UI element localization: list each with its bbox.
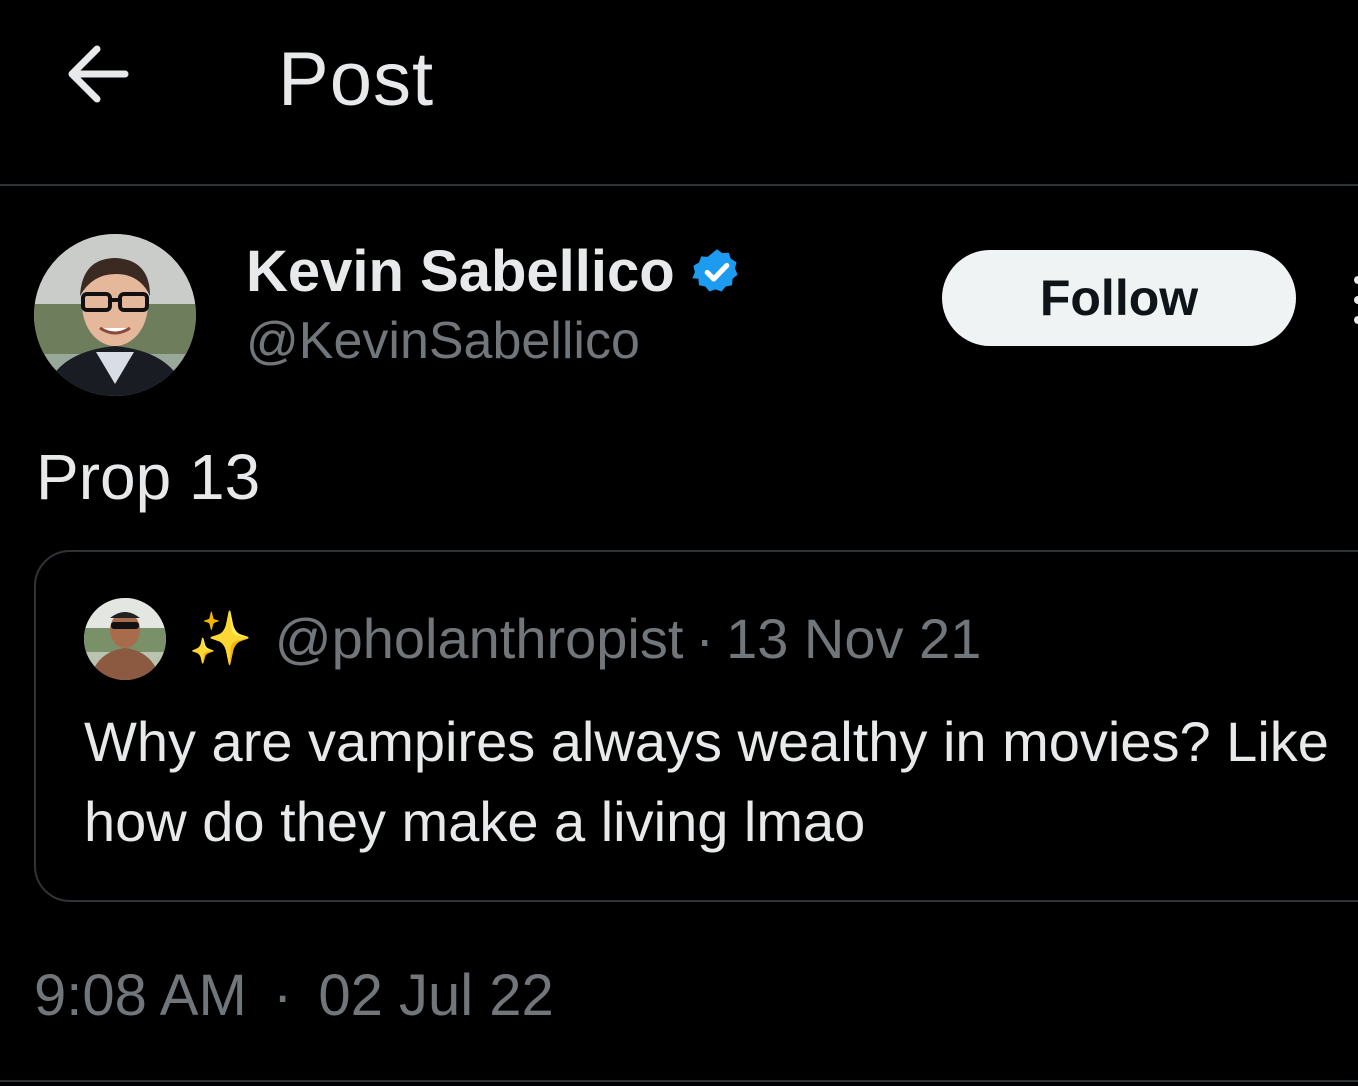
separator-dot: · — [272, 963, 293, 1028]
page-title: Post — [278, 37, 435, 122]
back-button[interactable] — [62, 38, 134, 110]
divider — [0, 1080, 1358, 1082]
follow-button[interactable]: Follow — [942, 250, 1296, 346]
more-options-icon[interactable] — [1350, 270, 1358, 330]
post-text: Prop 13 — [36, 441, 261, 513]
author-handle[interactable]: @KevinSabellico — [246, 311, 743, 371]
post-time: 9:08 AM — [34, 963, 247, 1028]
quoted-post-date[interactable]: 13 Nov 21 — [726, 606, 981, 671]
arrow-left-icon — [68, 45, 129, 103]
quoted-post-card[interactable]: ✨ @pholanthropist · 13 Nov 21 Why are va… — [34, 550, 1358, 902]
separator-dot: · — [695, 607, 715, 670]
author-avatar[interactable] — [34, 234, 196, 396]
verified-badge-icon[interactable] — [691, 246, 743, 298]
quoted-author-handle[interactable]: @pholanthropist — [275, 606, 684, 671]
quoted-post-header: ✨ @pholanthropist · 13 Nov 21 — [188, 606, 981, 671]
top-bar: Post — [0, 0, 1358, 186]
author-info: Kevin Sabellico @KevinSabellico — [246, 238, 743, 371]
post-timestamp[interactable]: 9:08 AM · 02 Jul 22 — [34, 962, 554, 1029]
quoted-author-avatar[interactable] — [84, 598, 166, 680]
sparkles-emoji: ✨ — [188, 610, 253, 668]
quoted-post-text: Why are vampires always wealthy in movie… — [84, 710, 1329, 853]
author-display-name[interactable]: Kevin Sabellico — [246, 238, 675, 305]
post-date: 02 Jul 22 — [318, 963, 554, 1028]
